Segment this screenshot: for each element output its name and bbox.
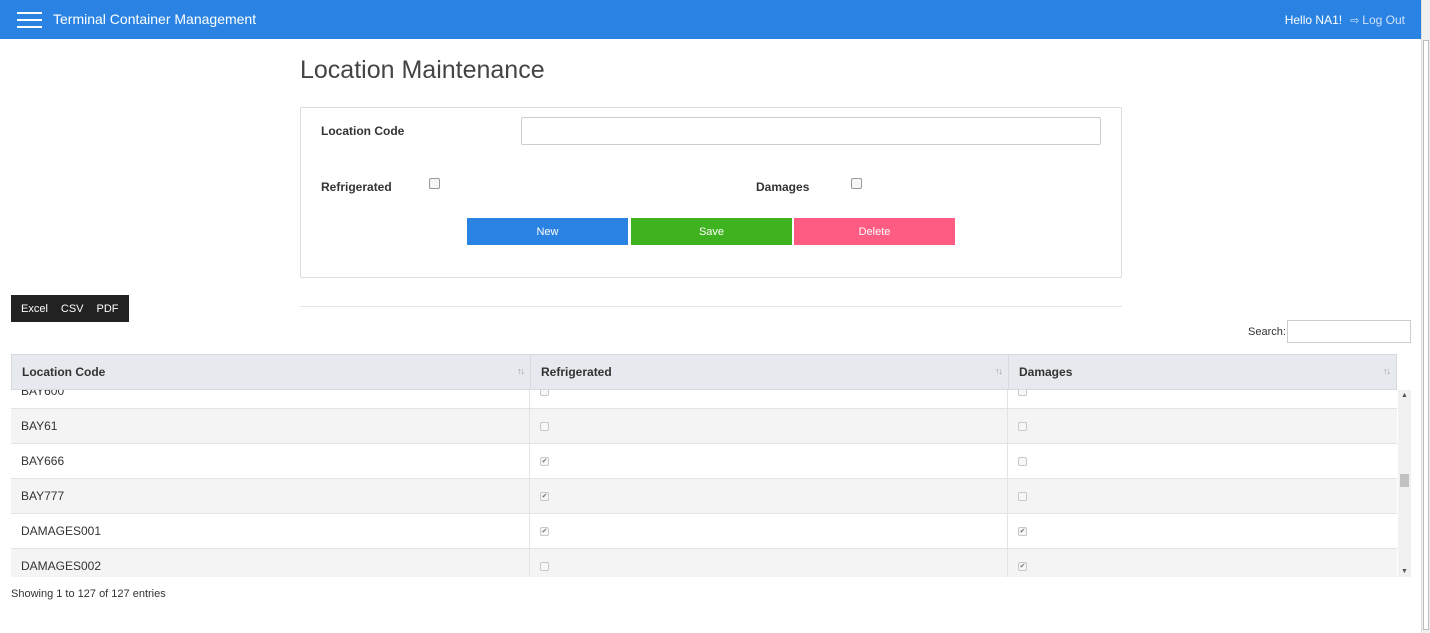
unchecked-checkbox [1018,456,1027,466]
new-button[interactable]: New [467,218,628,245]
table-row[interactable]: DAMAGES001 ✔ ✔ [11,514,1397,549]
damages-cell: ✔ [1008,514,1395,548]
page-title: Location Maintenance [300,56,545,84]
search-input[interactable] [1287,320,1411,343]
logout-icon: ⇨ [1350,14,1360,27]
table-body: BAY600 BAY61 BAY666 ✔ BAY777 ✔ DAMAGES001 ✔ ✔ DAM… [11,390,1397,577]
checked-checkbox: ✔ [1018,526,1027,536]
app-title[interactable]: Terminal Container Management [53,11,256,27]
table-scrollbar-thumb[interactable] [1400,474,1409,487]
location-code-cell: DAMAGES001 [11,514,530,548]
checkmark-icon: ✔ [541,527,548,535]
user-greeting: Hello NA1! [1284,13,1343,27]
unchecked-checkbox [1018,421,1027,431]
checked-checkbox: ✔ [540,456,549,466]
column-header-location-code[interactable]: Location Code ↑↓ [12,355,531,389]
refrigerated-cell [530,409,1008,443]
checkmark-icon: ✔ [541,457,548,465]
location-code-label: Location Code [321,124,405,138]
table-scrollbar[interactable]: ▲ ▼ [1398,390,1411,577]
user-area: Hello NA1! ⇨ Log Out [1285,13,1405,27]
save-button[interactable]: Save [631,218,792,245]
location-code-cell: BAY600 [11,390,530,408]
unchecked-checkbox [1018,491,1027,501]
damages-cell [1008,390,1395,408]
location-code-cell: BAY666 [11,444,530,478]
sort-icon: ↑↓ [995,366,1003,376]
logout-label: Log Out [1362,13,1405,27]
delete-button[interactable]: Delete [794,218,955,245]
refrigerated-cell: ✔ [530,444,1008,478]
location-code-input[interactable] [521,117,1101,145]
refrigerated-label: Refrigerated [321,180,392,194]
unchecked-checkbox [540,421,549,431]
column-header-label: Damages [1019,365,1073,379]
table-row[interactable]: DAMAGES002 ✔ [11,549,1397,577]
damages-label: Damages [756,180,810,194]
scroll-up-icon[interactable]: ▲ [1401,392,1408,399]
window-scrollbar-thumb[interactable] [1423,40,1429,630]
refrigerated-cell: ✔ [530,479,1008,513]
column-header-refrigerated[interactable]: Refrigerated ↑↓ [531,355,1009,389]
refrigerated-cell [530,549,1008,577]
top-navbar: Terminal Container Management Hello NA1!… [0,0,1421,39]
location-code-cell: DAMAGES002 [11,549,530,577]
table-row[interactable]: BAY61 [11,409,1397,444]
hamburger-menu-icon[interactable] [17,12,42,28]
logout-link[interactable]: ⇨ Log Out [1350,13,1405,27]
location-code-cell: BAY61 [11,409,530,443]
checkmark-icon: ✔ [1019,527,1026,535]
export-excel-button[interactable]: Excel [21,303,48,315]
search-label: Search: [1248,326,1286,338]
table-header: Location Code ↑↓ Refrigerated ↑↓ Damages… [11,354,1397,390]
column-header-damages[interactable]: Damages ↑↓ [1009,355,1396,389]
refrigerated-cell [530,390,1008,408]
damages-cell: ✔ [1008,549,1395,577]
table-row[interactable]: BAY777 ✔ [11,479,1397,514]
damages-checkbox[interactable] [851,178,862,189]
table-info: Showing 1 to 127 of 127 entries [11,588,166,600]
damages-cell [1008,479,1395,513]
location-form-panel: Location Code Refrigerated Damages New S… [300,107,1122,278]
location-code-cell: BAY777 [11,479,530,513]
damages-cell [1008,409,1395,443]
unchecked-checkbox [540,390,549,396]
scroll-down-icon[interactable]: ▼ [1401,568,1408,575]
sort-icon: ↑↓ [517,366,525,376]
refrigerated-checkbox[interactable] [429,178,440,189]
table-body-viewport: BAY600 BAY61 BAY666 ✔ BAY777 ✔ DAMAGES001 ✔ ✔ DAM… [11,390,1411,577]
table-row[interactable]: BAY666 ✔ [11,444,1397,479]
table-row[interactable]: BAY600 [11,390,1397,409]
checked-checkbox: ✔ [540,526,549,536]
column-header-label: Location Code [22,365,106,379]
export-button-group: Excel CSV PDF [11,295,129,322]
unchecked-checkbox [1018,390,1027,396]
sort-icon: ↑↓ [1383,366,1391,376]
unchecked-checkbox [540,561,549,571]
checkmark-icon: ✔ [1019,562,1026,570]
checked-checkbox: ✔ [540,491,549,501]
column-header-label: Refrigerated [541,365,612,379]
section-divider [300,306,1122,307]
checked-checkbox: ✔ [1018,561,1027,571]
window-scrollbar[interactable] [1421,0,1430,633]
refrigerated-cell: ✔ [530,514,1008,548]
export-pdf-button[interactable]: PDF [97,303,119,315]
export-csv-button[interactable]: CSV [61,303,84,315]
damages-cell [1008,444,1395,478]
checkmark-icon: ✔ [541,492,548,500]
